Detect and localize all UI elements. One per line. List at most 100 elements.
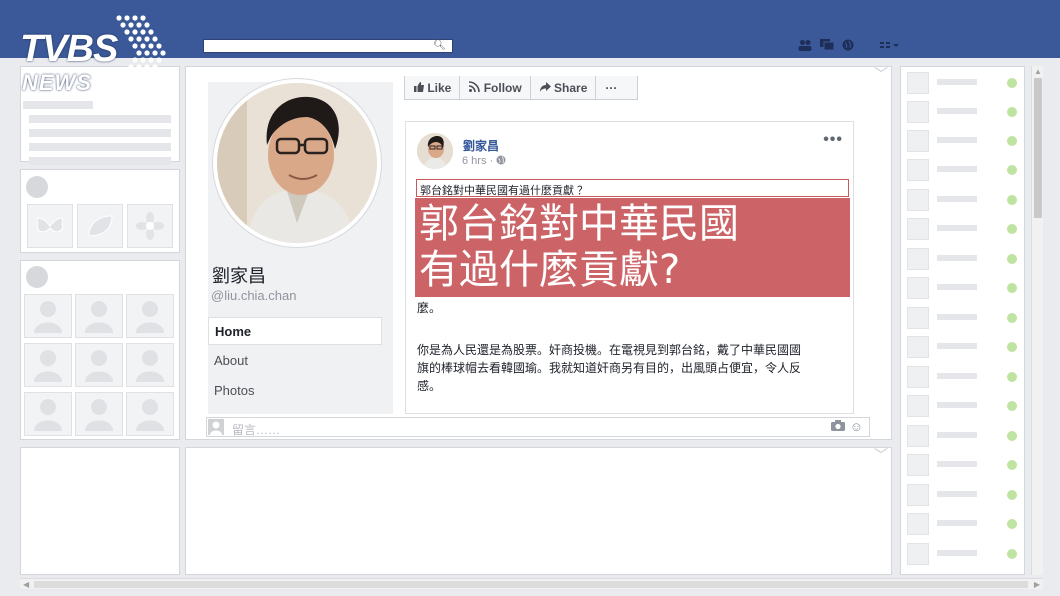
friend-tile[interactable] — [24, 294, 72, 338]
scroll-up-icon[interactable]: ▲ — [1034, 67, 1042, 76]
tvbs-news-watermark: TVBS NEWS — [18, 14, 178, 98]
chat-contact[interactable] — [907, 394, 1019, 418]
online-status-icon — [1007, 549, 1017, 559]
emoji-icon[interactable]: ☺ — [850, 419, 863, 434]
top-icons — [798, 39, 900, 55]
chat-contact[interactable] — [907, 335, 1019, 359]
friend-tile[interactable] — [75, 294, 123, 338]
friends-icon[interactable] — [798, 39, 812, 55]
chat-contact[interactable] — [907, 306, 1019, 330]
post-timestamp: 6 hrs · — [462, 155, 506, 167]
online-status-icon — [1007, 431, 1017, 441]
search-input[interactable]: 🔍︎ — [203, 39, 453, 53]
online-status-icon — [1007, 78, 1017, 88]
post-options-button[interactable]: ••• — [823, 131, 843, 149]
photo-tile[interactable] — [77, 204, 123, 248]
online-status-icon — [1007, 195, 1017, 205]
search-icon[interactable]: 🔍︎ — [433, 39, 446, 53]
flower-icon — [136, 212, 164, 240]
share-label: Share — [554, 81, 588, 95]
friend-tile[interactable] — [126, 392, 174, 436]
chat-contact[interactable] — [907, 424, 1019, 448]
online-status-icon — [1007, 107, 1017, 117]
friend-tile[interactable] — [126, 294, 174, 338]
chat-contact[interactable] — [907, 542, 1019, 566]
left-empty-panel — [20, 447, 180, 575]
photo-icon — [26, 176, 48, 198]
comment-input[interactable]: 留言…… ☺ — [206, 417, 870, 437]
online-status-icon — [1007, 401, 1017, 411]
page-action-bar: Like Follow Share ··· — [404, 76, 638, 100]
horizontal-scroll-thumb[interactable] — [34, 581, 1028, 588]
person-icon — [85, 350, 113, 382]
photo-tile[interactable] — [127, 204, 173, 248]
horizontal-scrollbar[interactable]: ◀ ▶ — [20, 578, 1043, 589]
chat-contact[interactable] — [907, 365, 1019, 389]
chat-contact[interactable] — [907, 453, 1019, 477]
friends-section-icon — [26, 266, 48, 288]
friend-tile[interactable] — [24, 343, 72, 387]
chevron-down-icon[interactable]: ﹀ — [874, 445, 888, 465]
thumbs-up-icon — [414, 81, 427, 95]
scroll-left-icon[interactable]: ◀ — [23, 580, 29, 589]
rss-icon — [469, 81, 483, 95]
person-icon — [136, 301, 164, 333]
chat-contact[interactable] — [907, 483, 1019, 507]
post-time-text: 6 hrs · — [462, 155, 494, 167]
banner-line-2: 有過什麼貢獻? — [419, 247, 681, 293]
chat-contact[interactable] — [907, 247, 1019, 271]
profile-nav-photos[interactable]: Photos — [208, 377, 382, 405]
online-status-icon — [1007, 460, 1017, 470]
online-status-icon — [1007, 136, 1017, 146]
profile-nav-home[interactable]: Home — [208, 317, 382, 345]
profile-nav-about[interactable]: About — [208, 347, 382, 375]
chat-contact[interactable] — [907, 512, 1019, 536]
account-menu-icon[interactable] — [880, 39, 900, 55]
follow-label: Follow — [483, 81, 522, 95]
leaf-icon — [88, 215, 113, 237]
chat-contact[interactable] — [907, 158, 1019, 182]
chat-contact[interactable] — [907, 188, 1019, 212]
friend-tile[interactable] — [75, 392, 123, 436]
like-button[interactable]: Like — [405, 76, 461, 99]
online-status-icon — [1007, 372, 1017, 382]
tvbs-logo-text: TVBS — [20, 28, 118, 70]
friend-tile[interactable] — [75, 343, 123, 387]
camera-icon[interactable] — [831, 420, 845, 434]
post-text-line-1: 你是為人民還是為股票。奸商投機。在電視見到郭台銘，戴了中華民國國 — [417, 343, 802, 357]
photo-tile[interactable] — [27, 204, 73, 248]
vertical-scrollbar[interactable]: ▲ — [1031, 66, 1043, 575]
share-arrow-icon — [539, 81, 554, 95]
online-status-icon — [1007, 490, 1017, 500]
profile-picture[interactable] — [217, 83, 377, 243]
vertical-scroll-thumb[interactable] — [1034, 78, 1042, 218]
post-author-name[interactable]: 劉家昌 — [463, 137, 499, 154]
portrait-image — [217, 83, 377, 243]
globe-icon[interactable] — [842, 39, 854, 55]
messages-icon[interactable] — [820, 39, 835, 55]
friend-tile[interactable] — [126, 343, 174, 387]
more-actions-button[interactable]: ··· — [596, 76, 625, 99]
chat-contact[interactable] — [907, 129, 1019, 153]
post-author-avatar[interactable] — [417, 133, 453, 169]
scroll-right-icon[interactable]: ▶ — [1034, 580, 1040, 589]
chat-contact[interactable] — [907, 217, 1019, 241]
share-button[interactable]: Share — [531, 76, 597, 99]
chat-contact[interactable] — [907, 71, 1019, 95]
chevron-down-icon[interactable]: ﹀ — [874, 64, 888, 84]
online-status-icon — [1007, 313, 1017, 323]
chat-contact[interactable] — [907, 276, 1019, 300]
person-icon — [136, 399, 164, 431]
post-highlight-banner: 郭台銘對中華民國 有過什麼貢獻? — [415, 198, 850, 297]
chat-contact[interactable] — [907, 100, 1019, 124]
follow-button[interactable]: Follow — [460, 76, 531, 99]
person-icon — [34, 350, 62, 382]
post-text-fragment: 麼。 — [417, 301, 442, 315]
news-logo-text: NEWS — [22, 70, 92, 95]
friend-tile[interactable] — [24, 392, 72, 436]
globe-privacy-icon — [496, 155, 506, 167]
person-icon — [85, 399, 113, 431]
profile-handle: @liu.chia.chan — [211, 288, 297, 303]
banner-line-1: 郭台銘對中華民國 — [419, 201, 739, 247]
comment-placeholder: 留言…… — [232, 423, 281, 437]
